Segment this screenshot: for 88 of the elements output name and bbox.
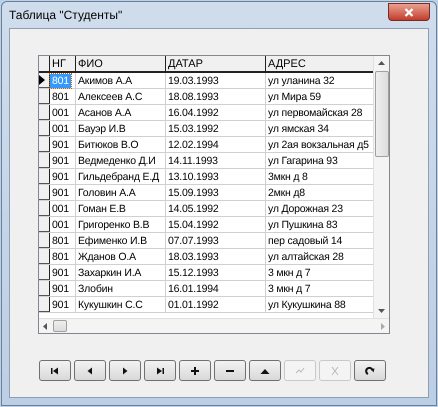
row-indicator[interactable] <box>39 153 50 168</box>
table-cell[interactable]: 18.08.1993 <box>166 89 266 104</box>
horizontal-scrollbar[interactable] <box>39 318 389 333</box>
table-cell[interactable]: 901 <box>50 185 76 200</box>
table-cell[interactable]: 15.04.1992 <box>166 217 266 232</box>
table-cell[interactable]: Головин А.А <box>76 185 166 200</box>
table-cell[interactable]: Ведмеденко Д.И <box>76 153 166 168</box>
table-cell[interactable]: 16.01.1994 <box>166 281 266 296</box>
table-cell[interactable]: 001 <box>50 201 76 216</box>
table-cell[interactable]: 15.03.1992 <box>166 121 266 136</box>
table-cell[interactable]: 16.04.1992 <box>166 105 266 120</box>
table-cell[interactable]: 901 <box>50 137 76 152</box>
scroll-thumb[interactable] <box>53 320 67 332</box>
row-indicator[interactable] <box>39 121 50 136</box>
navigator-button[interactable] <box>144 360 176 381</box>
table-cell[interactable]: 12.02.1994 <box>166 137 266 152</box>
scroll-up-icon <box>378 61 386 65</box>
current-row-icon <box>39 75 45 85</box>
table-cell[interactable]: 15.09.1993 <box>166 185 266 200</box>
table-cell[interactable]: 18.03.1993 <box>166 249 266 264</box>
table-cell[interactable]: Кукушкин С.С <box>76 297 166 312</box>
table-cell[interactable]: 14.05.1992 <box>166 201 266 216</box>
row-indicator[interactable] <box>39 169 50 184</box>
table-cell[interactable]: Григоренко В.В <box>76 217 166 232</box>
scroll-thumb[interactable] <box>374 71 389 157</box>
table-cell[interactable]: Злобин <box>76 281 166 296</box>
table-cell[interactable]: 07.07.1993 <box>166 233 266 248</box>
column-header[interactable]: АДРЕС <box>266 56 374 71</box>
row-indicator[interactable] <box>39 137 50 152</box>
table-cell[interactable]: 001 <box>50 121 76 136</box>
column-header[interactable]: НГ <box>50 56 76 71</box>
table-cell[interactable]: 001 <box>50 217 76 232</box>
navigator-button[interactable] <box>249 360 281 381</box>
row-indicator[interactable] <box>39 281 50 296</box>
row-indicator[interactable] <box>39 105 50 120</box>
cross-icon <box>329 366 341 376</box>
navigator-button[interactable] <box>179 360 211 381</box>
window-title: Таблица "Студенты" <box>9 7 122 24</box>
table-cell[interactable]: 19.03.1993 <box>166 73 266 88</box>
table-cell[interactable]: Битюков В.О <box>76 137 166 152</box>
table-cell[interactable]: 901 <box>50 265 76 280</box>
row-indicator[interactable] <box>39 233 50 248</box>
table-cell[interactable]: Бауэр И.В <box>76 121 166 136</box>
table-cell[interactable]: 14.11.1993 <box>166 153 266 168</box>
table-cell[interactable]: 001 <box>50 105 76 120</box>
vertical-scrollbar[interactable] <box>373 56 389 318</box>
first-record-icon <box>49 366 61 376</box>
close-icon <box>404 8 414 16</box>
table-cell[interactable]: 901 <box>50 281 76 296</box>
table-cell[interactable]: 901 <box>50 297 76 312</box>
column-header[interactable]: ДАТАР <box>166 56 266 71</box>
row-indicator[interactable] <box>39 297 50 312</box>
last-record-icon <box>154 366 166 376</box>
scroll-left-icon <box>43 322 47 330</box>
row-indicator[interactable] <box>39 249 50 264</box>
refresh-icon <box>364 366 376 376</box>
navigator-button[interactable] <box>109 360 141 381</box>
table-cell[interactable]: 801 <box>50 249 76 264</box>
table-cell[interactable]: 901 <box>50 153 76 168</box>
close-button[interactable] <box>388 3 430 21</box>
scroll-down-icon <box>378 309 386 313</box>
row-indicator[interactable] <box>39 201 50 216</box>
table-cell[interactable]: 801 <box>50 89 76 104</box>
row-indicator[interactable] <box>39 265 50 280</box>
column-header[interactable]: ФИО <box>76 56 166 71</box>
table-cell[interactable]: Жданов О.А <box>76 249 166 264</box>
table-cell[interactable]: 801 <box>50 233 76 248</box>
row-indicator[interactable] <box>39 185 50 200</box>
table-cell[interactable]: Ефименко И.В <box>76 233 166 248</box>
row-indicator[interactable] <box>39 73 50 88</box>
table-cell[interactable]: Захаркин И.А <box>76 265 166 280</box>
scroll-right-icon <box>381 322 385 330</box>
plus-icon <box>189 366 201 376</box>
table-cell[interactable]: 13.10.1993 <box>166 169 266 184</box>
row-indicator[interactable] <box>39 89 50 104</box>
table-cell[interactable]: 15.12.1993 <box>166 265 266 280</box>
table-cell[interactable]: Гоман Е.В <box>76 201 166 216</box>
navigator-button[interactable] <box>74 360 106 381</box>
navigator-button[interactable] <box>354 360 386 381</box>
table-cell[interactable]: Асанов А.А <box>76 105 166 120</box>
navigator-button[interactable] <box>39 360 71 381</box>
table-cell[interactable]: 01.01.1992 <box>166 297 266 312</box>
table-cell[interactable]: Алексеев А.С <box>76 89 166 104</box>
table-cell[interactable]: 901 <box>50 169 76 184</box>
table-cell[interactable]: Акимов А.А <box>76 73 166 88</box>
table-cell[interactable]: Гильдебранд Е.Д <box>76 169 166 184</box>
navigator-button[interactable] <box>214 360 246 381</box>
row-indicator[interactable] <box>39 217 50 232</box>
